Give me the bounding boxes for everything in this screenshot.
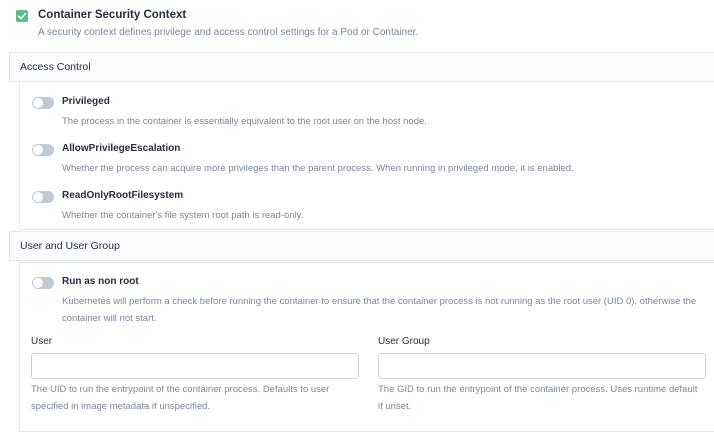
user-label: User [31,336,53,347]
security-context-checkbox[interactable] [16,10,28,22]
privileged-label: Privileged [62,96,110,107]
security-context-title: Container Security Context [38,9,187,21]
read-only-root-filesystem-item: ReadOnlyRootFilesystem Whether the conta… [32,190,712,226]
run-as-non-root-item: Run as non root Kubernetes will perform … [32,276,712,326]
read-only-root-filesystem-label: ReadOnlyRootFilesystem [62,190,184,201]
toggle-knob [33,278,43,288]
security-context-header: Container Security Context A security co… [16,9,706,43]
privileged-toggle[interactable] [32,97,54,109]
user-group-description: The GID to run the entrypoint of the con… [378,384,698,412]
checkmark-icon [17,12,27,20]
user-group-title: User and User Group [20,240,120,252]
run-as-non-root-toggle[interactable] [32,277,54,289]
run-as-non-root-description: Kubernetes will perform a check before r… [62,296,697,324]
user-input[interactable] [31,353,359,379]
allow-privilege-escalation-label: AllowPrivilegeEscalation [62,143,181,154]
allow-privilege-escalation-toggle[interactable] [32,144,54,156]
security-context-description: A security context defines privilege and… [38,27,419,38]
access-control-section-header: Access Control [9,52,714,82]
read-only-root-filesystem-toggle[interactable] [32,191,54,203]
access-control-panel: Privileged The process in the container … [19,81,714,230]
toggle-knob [33,192,43,202]
user-group-input[interactable] [378,353,706,379]
privileged-description: The process in the container is essentia… [62,116,427,127]
allow-privilege-escalation-description: Whether the process can acquire more pri… [62,163,574,174]
allow-privilege-escalation-item: AllowPrivilegeEscalation Whether the pro… [32,143,712,179]
read-only-root-filesystem-description: Whether the container's file system root… [62,210,304,221]
privileged-item: Privileged The process in the container … [32,96,712,132]
toggle-knob [33,145,43,155]
security-context-form: Container Security Context A security co… [0,0,714,432]
user-group-panel: Run as non root Kubernetes will perform … [19,262,714,432]
access-control-title: Access Control [20,61,91,73]
user-group-label: User Group [378,336,430,347]
user-group-section-header: User and User Group [9,231,714,261]
toggle-knob [33,98,43,108]
run-as-non-root-label: Run as non root [62,276,139,287]
user-description: The UID to run the entrypoint of the con… [31,384,330,412]
